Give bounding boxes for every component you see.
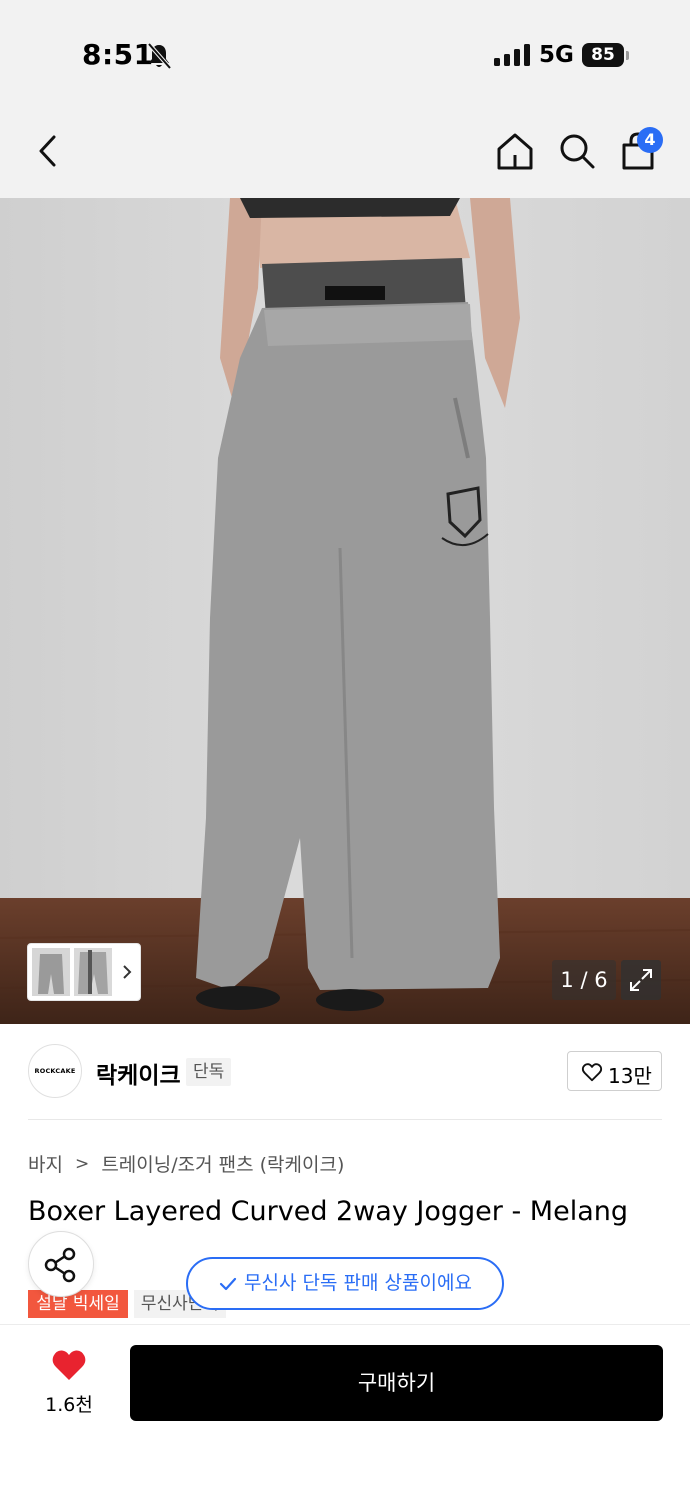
share-icon: [44, 1247, 76, 1283]
back-arrow-icon[interactable]: [26, 129, 70, 173]
signal-icon: [494, 44, 530, 66]
toast-message: 무신사 단독 판매 상품이에요: [244, 1272, 472, 1294]
like-count: 1.6천: [45, 1394, 93, 1416]
thumbnail-strip[interactable]: [27, 943, 141, 1001]
exclusive-badge: 단독: [186, 1058, 232, 1086]
breadcrumb: 바지 > 트레이닝/조거 팬츠 (락케이크): [28, 1150, 344, 1177]
brand-like-count: 13만: [608, 1064, 652, 1088]
status-time: 8:51: [82, 38, 154, 71]
exclusive-toast: 무신사 단독 판매 상품이에요: [186, 1257, 504, 1310]
thumbnail-images: [32, 948, 132, 996]
product-title: Boxer Layered Curved 2way Jogger - Melan…: [28, 1196, 628, 1227]
cart-count-badge: 4: [637, 127, 663, 153]
divider: [28, 1119, 662, 1120]
home-icon[interactable]: [493, 129, 537, 173]
like-button[interactable]: 1.6천: [30, 1348, 108, 1418]
brand-logo[interactable]: ROCKCAKE: [28, 1044, 82, 1098]
image-counter: 1 / 6: [552, 960, 616, 1000]
search-icon[interactable]: [555, 129, 599, 173]
breadcrumb-category[interactable]: 바지: [28, 1150, 63, 1177]
battery-tip: [626, 51, 629, 60]
top-nav-bar: [0, 100, 690, 198]
brand-name[interactable]: 락케이크: [96, 1056, 181, 1090]
heart-outline-icon: [581, 1063, 603, 1082]
brand-like-button[interactable]: 13만: [567, 1051, 662, 1091]
network-type: 5G: [539, 42, 574, 68]
breadcrumb-separator: >: [75, 1153, 90, 1174]
battery-level: 85: [582, 43, 624, 67]
bell-muted-icon: [147, 42, 172, 70]
buy-button[interactable]: 구매하기: [130, 1345, 663, 1421]
share-button[interactable]: [28, 1231, 94, 1297]
check-icon: [219, 1277, 237, 1290]
status-bar: 8:51 5G 85: [0, 0, 690, 100]
product-main-image[interactable]: [0, 198, 690, 1024]
product-photo: [0, 198, 690, 1024]
heart-filled-icon: [52, 1350, 86, 1380]
expand-icon[interactable]: [621, 960, 661, 1000]
breadcrumb-subcategory[interactable]: 트레이닝/조거 팬츠 (락케이크): [101, 1150, 344, 1177]
